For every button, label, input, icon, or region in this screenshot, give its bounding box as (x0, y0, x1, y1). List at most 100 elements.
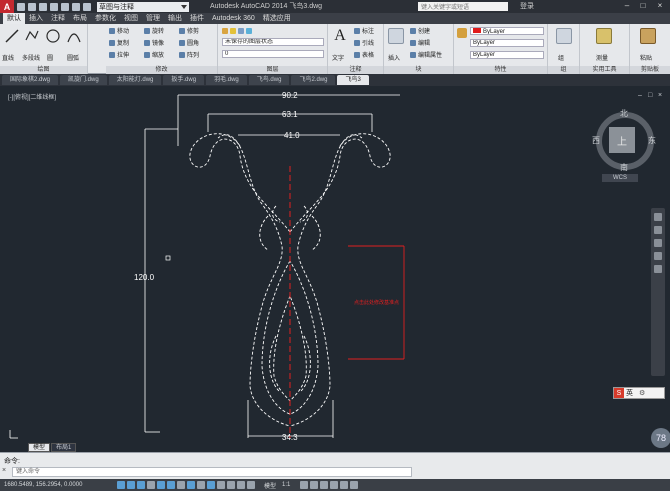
paste-icon[interactable] (640, 28, 656, 44)
lock-icon[interactable] (320, 481, 329, 489)
block-group-label[interactable]: 块 (384, 66, 453, 74)
edit-attributes-tool[interactable]: 编辑属性 (410, 51, 442, 59)
lineweight-icon[interactable] (217, 481, 225, 489)
login-button[interactable]: 登录 (520, 1, 534, 11)
insert-block-tool[interactable] (388, 28, 404, 44)
dynamic-input-icon[interactable] (207, 481, 215, 489)
tab-annotate[interactable]: 注释 (47, 13, 69, 24)
create-block-tool[interactable]: 创建 (410, 27, 430, 35)
dimension-tool[interactable]: 标注 (354, 27, 374, 35)
clean-screen-icon[interactable] (350, 481, 359, 489)
maximize-icon[interactable]: □ (637, 1, 649, 11)
model-space-toggle[interactable]: 模型 (264, 481, 276, 490)
scale-tool[interactable]: 缩放 (144, 51, 164, 59)
floating-badge[interactable]: 78 (651, 428, 670, 448)
workspace-switching-icon[interactable] (310, 481, 319, 489)
application-menu-button[interactable]: A (0, 0, 14, 13)
command-input[interactable]: 键入命令 (12, 467, 412, 477)
draw-group-label[interactable]: 绘图 (0, 66, 87, 74)
lineweight-select[interactable]: ByLayer (470, 51, 544, 59)
print-icon[interactable] (61, 2, 69, 11)
current-layer-select[interactable]: 0 (222, 50, 324, 58)
tab-default[interactable]: 默认 (3, 13, 25, 24)
showmotion-icon[interactable] (654, 265, 662, 273)
clipboard-group-label[interactable]: 剪贴板 (630, 66, 670, 74)
tab-insert[interactable]: 插入 (25, 13, 47, 24)
orbit-icon[interactable] (654, 252, 662, 260)
tab-layout[interactable]: 布局 (69, 13, 91, 24)
circle-tool[interactable] (45, 28, 61, 44)
workspace-select[interactable]: 草图与注释 (97, 1, 189, 12)
stretch-tool[interactable]: 拉伸 (109, 51, 129, 59)
layer-state-select[interactable]: 未保存的图层状态 (222, 38, 324, 46)
mirror-tool[interactable]: 镜像 (144, 39, 164, 47)
leader-tool[interactable]: 引线 (354, 39, 374, 47)
infer-constraints-icon[interactable] (117, 481, 125, 489)
compass-east[interactable]: 东 (648, 135, 656, 146)
color-select[interactable]: ByLayer (470, 27, 544, 35)
linetype-select[interactable]: ByLayer (470, 39, 544, 47)
compass-north[interactable]: 北 (620, 108, 628, 119)
tab-autodesk360[interactable]: Autodesk 360 (208, 13, 259, 24)
doc-tab[interactable]: 国际象棋2.dwg (2, 75, 59, 85)
tab-model[interactable]: 模型 (28, 443, 51, 452)
undo-icon[interactable] (72, 2, 80, 11)
group-icon[interactable] (556, 28, 572, 44)
table-tool[interactable]: 表格 (354, 51, 374, 59)
annotation-group-label[interactable]: 注释 (328, 66, 383, 74)
new-icon[interactable] (17, 2, 25, 11)
hardware-acceleration-icon[interactable] (330, 481, 339, 489)
rotate-tool[interactable]: 旋转 (144, 27, 164, 35)
line-tool[interactable] (4, 28, 20, 44)
object-snap-icon[interactable] (167, 481, 175, 489)
ime-indicator[interactable]: S 英 ⚙ (613, 387, 665, 399)
measure-icon[interactable] (596, 28, 612, 44)
annotation-visibility-icon[interactable] (300, 481, 309, 489)
viewcube[interactable]: 上 北 南 东 西 WCS (592, 108, 656, 182)
command-close-icon[interactable]: × (2, 467, 6, 474)
isolate-objects-icon[interactable] (340, 481, 349, 489)
redo-icon[interactable] (83, 2, 91, 11)
object-snap-tracking-icon[interactable] (187, 481, 195, 489)
transparency-icon[interactable] (227, 481, 235, 489)
polar-tracking-icon[interactable] (157, 481, 165, 489)
compass-west[interactable]: 西 (592, 135, 600, 146)
doc-tab[interactable]: 凯旋门.dwg (60, 75, 107, 85)
edit-block-tool[interactable]: 编辑 (410, 39, 430, 47)
compass-south[interactable]: 南 (620, 162, 628, 173)
annotation-scale[interactable]: 1:1 (282, 482, 290, 488)
snap-mode-icon[interactable] (127, 481, 135, 489)
groups-group-label[interactable]: 组 (548, 66, 579, 74)
tab-manage[interactable]: 管理 (142, 13, 164, 24)
doc-tab[interactable]: 太阳能灯.dwg (108, 75, 162, 85)
steering-wheel-icon[interactable] (654, 213, 662, 221)
open-icon[interactable] (28, 2, 36, 11)
move-tool[interactable]: 移动 (109, 27, 129, 35)
tab-output[interactable]: 输出 (164, 13, 186, 24)
layer-properties-tool[interactable] (222, 27, 254, 34)
polyline-tool[interactable] (24, 28, 40, 44)
doc-tab-active[interactable]: 飞鸟3 (337, 75, 369, 85)
utilities-group-label[interactable]: 实用工具 (580, 66, 629, 74)
doc-tab[interactable]: 羽毛.dwg (206, 75, 247, 85)
grid-display-icon[interactable] (137, 481, 145, 489)
dynamic-ucs-icon[interactable] (197, 481, 205, 489)
quick-properties-icon[interactable] (237, 481, 245, 489)
save-as-icon[interactable] (50, 2, 58, 11)
save-icon[interactable] (39, 2, 47, 11)
zoom-extents-icon[interactable] (654, 239, 662, 247)
text-tool[interactable]: A (332, 28, 348, 44)
doc-tab[interactable]: 飞鸟.dwg (248, 75, 290, 85)
doc-tab[interactable]: 飞鸟2.dwg (291, 75, 336, 85)
pan-icon[interactable] (654, 226, 662, 234)
search-input[interactable]: 键入关键字或短语 (418, 2, 508, 11)
ortho-mode-icon[interactable] (147, 481, 155, 489)
layout-nav-arrows[interactable] (0, 442, 28, 452)
array-tool[interactable]: 阵列 (179, 51, 199, 59)
close-icon[interactable]: × (654, 1, 666, 11)
tab-parametric[interactable]: 参数化 (91, 13, 120, 24)
selection-cycling-icon[interactable] (247, 481, 255, 489)
doc-tab[interactable]: 扳手.dwg (163, 75, 205, 85)
wcs-menu[interactable]: WCS (602, 174, 638, 182)
layers-group-label[interactable]: 图层 (218, 66, 327, 74)
